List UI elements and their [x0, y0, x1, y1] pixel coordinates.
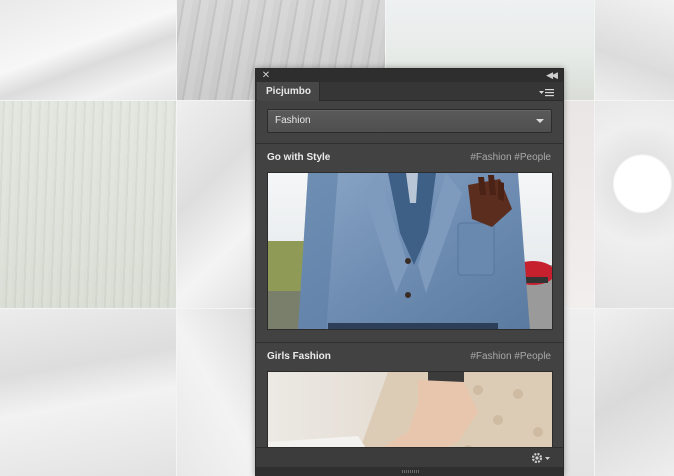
- category-dropdown-value: Fashion: [275, 115, 311, 126]
- panel-titlebar[interactable]: ✕ ◀◀: [256, 69, 563, 82]
- photo-thumbnail[interactable]: [267, 172, 553, 330]
- background-photo-tile: [564, 101, 594, 308]
- double-chevron-left-icon[interactable]: ◀◀: [544, 69, 558, 82]
- panel-tab-bar: Picjumbo: [256, 82, 563, 101]
- chevron-down-icon: [536, 119, 544, 123]
- photo-tags[interactable]: #Fashion #People: [470, 351, 551, 362]
- picjumbo-panel: ✕ ◀◀ Picjumbo Fashion Go with Style #Fas…: [255, 68, 564, 476]
- background-photo-tile: [595, 101, 674, 308]
- background-photo-tile: [177, 101, 255, 308]
- background-photo-tile: [595, 0, 674, 100]
- photo-card: Girls Fashion #Fashion #People: [256, 343, 563, 447]
- photo-card: Go with Style #Fashion #People: [256, 144, 563, 342]
- photo-thumbnail[interactable]: [267, 371, 553, 447]
- background-photo-tile: [177, 309, 255, 476]
- resize-grip-icon[interactable]: [402, 470, 420, 473]
- photo-feed[interactable]: Go with Style #Fashion #People Girls Fas…: [256, 144, 563, 447]
- background-photo-tile: [0, 309, 176, 476]
- gear-icon[interactable]: [530, 451, 552, 465]
- background-photo-tile: [0, 101, 176, 308]
- tab-picjumbo[interactable]: Picjumbo: [257, 82, 320, 101]
- close-icon[interactable]: ✕: [261, 69, 271, 82]
- photo-title: Girls Fashion: [267, 351, 331, 362]
- photo-tags[interactable]: #Fashion #People: [470, 152, 551, 163]
- photo-title: Go with Style: [267, 152, 331, 163]
- category-dropdown[interactable]: Fashion: [267, 109, 552, 133]
- background-photo-tile: [564, 309, 594, 476]
- panel-menu-icon[interactable]: [539, 86, 555, 97]
- background-photo-tile: [595, 309, 674, 476]
- panel-resize-handle[interactable]: [256, 467, 563, 476]
- background-photo-tile: [0, 0, 176, 100]
- panel-footer: [256, 447, 563, 467]
